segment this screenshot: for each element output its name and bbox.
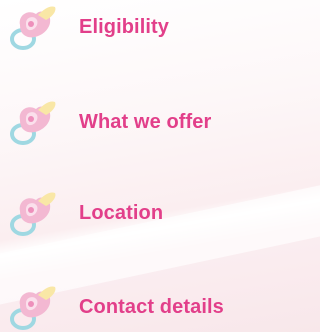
menu-item-label: Eligibility bbox=[79, 15, 169, 38]
menu-item-label: Contact details bbox=[79, 295, 224, 318]
pacifier-icon bbox=[10, 192, 56, 236]
menu-item-what-we-offer[interactable]: What we offer bbox=[6, 98, 276, 146]
pacifier-icon bbox=[10, 286, 56, 330]
pacifier-icon bbox=[10, 101, 56, 145]
menu-item-label: Location bbox=[79, 201, 164, 224]
menu-item-eligibility[interactable]: Eligibility bbox=[6, 3, 276, 51]
pacifier-icon bbox=[10, 6, 56, 50]
menu-item-location[interactable]: Location bbox=[6, 189, 276, 237]
menu-item-label: What we offer bbox=[79, 110, 212, 133]
menu-item-contact-details[interactable]: Contact details bbox=[6, 283, 276, 331]
menu-list: Eligibility What we offer Location Conta… bbox=[0, 0, 278, 332]
